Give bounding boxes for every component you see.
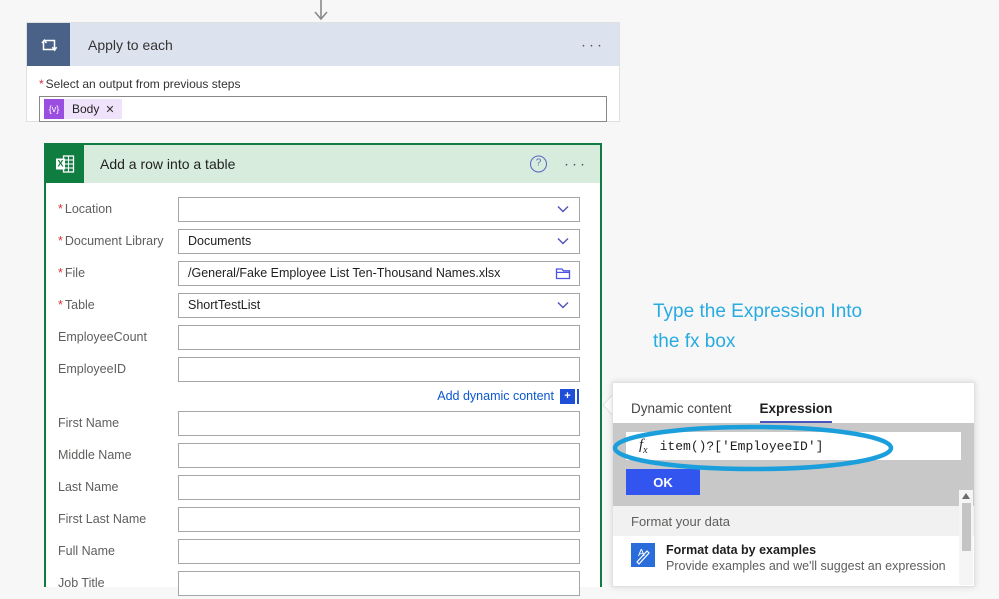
first-last-name-input[interactable] [178, 506, 580, 532]
folder-icon[interactable] [555, 265, 573, 281]
ok-button[interactable]: OK [626, 469, 700, 495]
excel-icon: X [46, 145, 84, 183]
chevron-down-icon [557, 238, 569, 245]
apply-to-each-body: * Select an output from previous steps {v… [27, 66, 619, 122]
output-token-input[interactable]: {v} Body ✕ [39, 96, 607, 122]
field-label-employeecount: EmployeeCount [58, 330, 147, 344]
loop-icon [27, 23, 70, 66]
form-row-last-name: Last Name [58, 471, 580, 503]
document-library-dropdown[interactable]: Documents [178, 228, 580, 254]
add-dynamic-content-icon[interactable]: + [560, 388, 575, 404]
fx-icon: fx [639, 436, 648, 456]
add-row-into-table-card[interactable]: X Add a row into a table ? ··· * Location… [44, 143, 602, 596]
chevron-down-icon [557, 302, 569, 309]
expression-editor-band: fx item()?['EmployeeID'] OK [613, 423, 974, 506]
form-row-employeeid: EmployeeID [58, 353, 580, 385]
required-asterisk: * [58, 202, 63, 216]
format-item-title: Format data by examples [666, 543, 817, 557]
format-data-by-examples-item[interactable]: A Format data by examples Provide exampl… [613, 536, 974, 573]
employeeid-input[interactable] [178, 356, 580, 382]
variable-icon: {v} [44, 99, 64, 119]
connector-arrow [310, 0, 332, 22]
arrow-down-icon [314, 0, 328, 21]
ellipsis-icon[interactable]: ··· [564, 157, 588, 172]
field-label-first-last-name: First Last Name [58, 512, 147, 526]
form-row-first-name: First Name [58, 407, 580, 439]
form-row-table: * Table ShortTestList [58, 289, 580, 321]
add-row-header[interactable]: X Add a row into a table ? ··· [46, 145, 600, 183]
form-row-full-name: Full Name [58, 535, 580, 567]
form-row-first-last-name: First Last Name [58, 503, 580, 535]
required-asterisk: * [58, 234, 63, 248]
annotation-text: Type the Expression Into the fx box [653, 297, 953, 357]
file-input[interactable]: /General/Fake Employee List Ten-Thousand… [178, 260, 580, 286]
scrollbar-thumb[interactable] [961, 503, 971, 551]
add-dynamic-content-row: Add dynamic content + [58, 385, 580, 407]
required-asterisk: * [58, 298, 63, 312]
expression-value: item()?['EmployeeID'] [659, 438, 824, 454]
required-asterisk: * [58, 266, 63, 280]
tab-dynamic-content[interactable]: Dynamic content [631, 401, 732, 423]
field-label-document-library: * Document Library [58, 234, 164, 248]
apply-to-each-header[interactable]: Apply to each ··· [27, 23, 619, 66]
location-dropdown[interactable] [178, 196, 580, 222]
help-circle-icon[interactable]: ? [530, 155, 547, 173]
body-token-label: Body [72, 102, 100, 116]
annotation-line-2: the fx box [653, 331, 736, 352]
add-row-form: * Location * Document Library Documents * F… [46, 183, 600, 599]
table-value: ShortTestList [188, 298, 261, 312]
middle-name-input[interactable] [178, 442, 580, 468]
tab-expression[interactable]: Expression [759, 401, 832, 423]
document-library-value: Documents [188, 234, 252, 248]
form-row-location: * Location [58, 193, 580, 225]
add-row-header-icons: ? ··· [530, 155, 588, 173]
flyout-scrollbar[interactable] [959, 490, 973, 585]
svg-text:X: X [57, 159, 63, 169]
field-label-middle-name: Middle Name [58, 448, 132, 462]
expression-flyout-panel[interactable]: Dynamic content Expression fx item()?['E… [612, 382, 975, 587]
format-item-texts: Format data by examples Provide examples… [666, 543, 946, 573]
form-row-document-library: * Document Library Documents [58, 225, 580, 257]
field-label-full-name: Full Name [58, 544, 115, 558]
field-label-job-title: Job Title [58, 576, 105, 590]
ellipsis-icon[interactable]: ··· [581, 37, 605, 52]
field-label-table: * Table [58, 298, 95, 312]
field-label-employeeid: EmployeeID [58, 362, 127, 376]
field-label-last-name: Last Name [58, 480, 119, 494]
expression-input[interactable]: fx item()?['EmployeeID'] [626, 432, 961, 460]
add-row-title: Add a row into a table [100, 156, 236, 172]
close-icon[interactable]: ✕ [105, 103, 121, 116]
flyout-tabs: Dynamic content Expression [613, 383, 974, 423]
add-dynamic-content-link[interactable]: Add dynamic content [437, 389, 554, 403]
form-row-job-title: Job Title [58, 567, 580, 599]
required-asterisk: * [39, 77, 44, 91]
format-data-icon: A [631, 543, 655, 567]
format-item-subtitle: Provide examples and we'll suggest an ex… [666, 559, 946, 573]
full-name-input[interactable] [178, 538, 580, 564]
file-value: /General/Fake Employee List Ten-Thousand… [188, 266, 501, 280]
employeecount-input[interactable] [178, 324, 580, 350]
field-label-location: * Location [58, 202, 113, 216]
caret-up-icon[interactable] [959, 490, 973, 502]
first-name-input[interactable] [178, 410, 580, 436]
apply-to-each-card[interactable]: Apply to each ··· * Select an output from… [26, 22, 620, 122]
field-label-file: * File [58, 266, 86, 280]
add-dynamic-content-bar [577, 388, 579, 404]
annotation-line-1: Type the Expression Into [653, 301, 863, 322]
form-row-file: * File /General/Fake Employee List Ten-Th… [58, 257, 580, 289]
body-token[interactable]: {v} Body ✕ [44, 99, 122, 119]
form-row-employeecount: EmployeeCount [58, 321, 580, 353]
chevron-down-icon [557, 206, 569, 213]
field-label-first-name: First Name [58, 416, 120, 430]
last-name-input[interactable] [178, 474, 580, 500]
apply-to-each-title: Apply to each [88, 36, 173, 53]
form-row-middle-name: Middle Name [58, 439, 580, 471]
format-section-title: Format your data [613, 506, 974, 536]
output-field-label: * Select an output from previous steps [39, 77, 241, 91]
job-title-input[interactable] [178, 570, 580, 596]
table-dropdown[interactable]: ShortTestList [178, 292, 580, 318]
